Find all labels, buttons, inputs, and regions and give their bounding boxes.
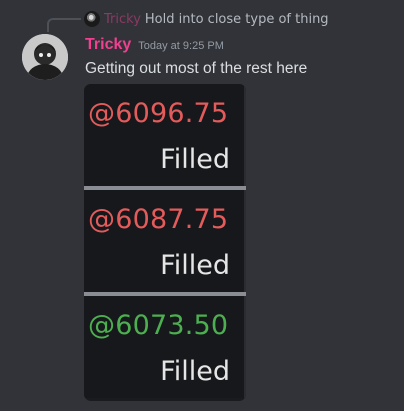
reply-preview[interactable]: Tricky Hold into close type of thing xyxy=(84,10,329,28)
card-edge xyxy=(244,84,246,186)
fill-status: Filled xyxy=(160,144,230,175)
reply-text[interactable]: Hold into close type of thing xyxy=(145,12,329,27)
fill-card: @6087.75 Filled xyxy=(84,190,246,292)
reply-connector-line xyxy=(47,18,81,32)
fill-price: @6096.75 xyxy=(88,98,229,129)
fill-status: Filled xyxy=(160,356,230,387)
fill-card: @6096.75 Filled xyxy=(84,84,246,186)
fill-card: @6073.50 Filled xyxy=(84,296,246,398)
fill-price: @6073.50 xyxy=(88,310,229,341)
chat-message: Tricky Hold into close type of thing Tri… xyxy=(0,0,404,411)
message-content: Getting out most of the rest here xyxy=(85,60,308,77)
image-attachment[interactable]: @6096.75 Filled @6087.75 Filled @6073.50… xyxy=(84,84,246,401)
reply-avatar[interactable] xyxy=(84,11,100,27)
fill-status: Filled xyxy=(160,250,230,281)
fill-price: @6087.75 xyxy=(88,204,229,235)
message-header: Tricky Today at 9:25 PM xyxy=(85,36,224,54)
avatar[interactable] xyxy=(22,34,68,80)
author-name[interactable]: Tricky xyxy=(85,36,131,54)
reply-author-name[interactable]: Tricky xyxy=(104,12,141,27)
card-edge xyxy=(244,296,246,398)
message-timestamp[interactable]: Today at 9:25 PM xyxy=(138,40,224,52)
card-edge xyxy=(244,190,246,292)
